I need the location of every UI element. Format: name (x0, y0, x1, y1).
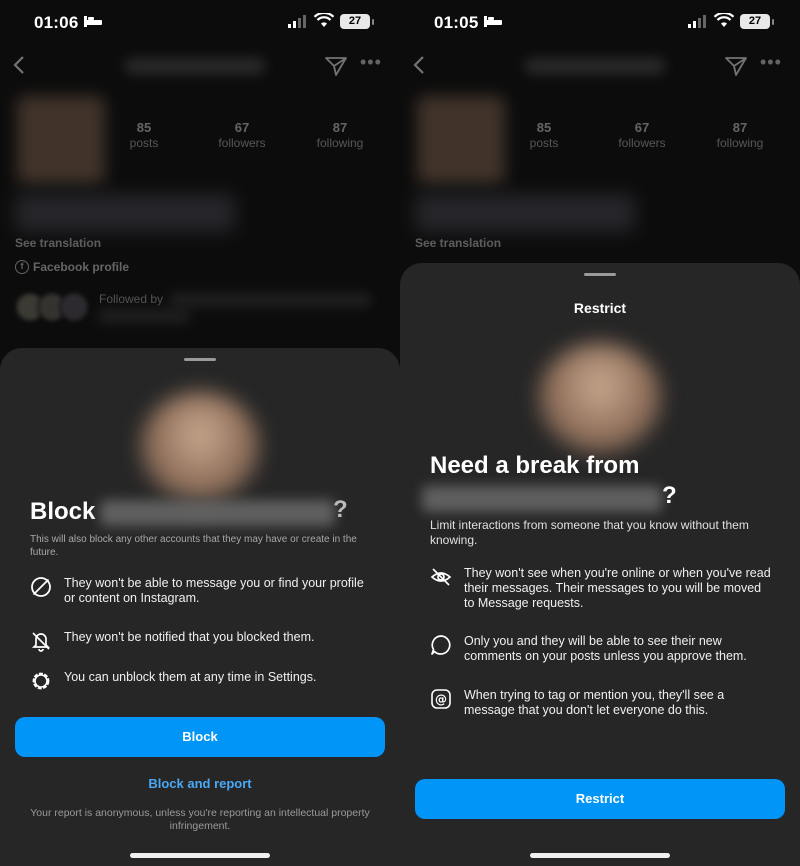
stat-following[interactable]: 87 following (300, 120, 380, 150)
home-indicator[interactable] (130, 853, 270, 858)
wifi-icon (714, 13, 734, 27)
sheet-handle[interactable] (184, 358, 216, 361)
mutual-followers-avatars (15, 292, 95, 322)
restrict-sheet: Restrict Need a break from ? Limit inter… (400, 263, 800, 866)
username-redacted (100, 500, 335, 526)
block-heading: Block (30, 498, 96, 525)
block-sheet: Block ? This will also block any other a… (0, 348, 400, 866)
block-and-report-link[interactable]: Block and report (0, 776, 400, 791)
restrict-button[interactable]: Restrict (415, 779, 785, 819)
username-redacted (125, 58, 265, 74)
gear-icon (32, 672, 50, 690)
status-bar: 01:05 27 (400, 0, 800, 44)
followed-by-label: Followed by (99, 292, 164, 306)
profile-avatar (417, 96, 505, 184)
user-avatar (538, 343, 662, 453)
sheet-title: Restrict (573, 300, 627, 316)
username-redacted (525, 58, 665, 74)
more-options-icon[interactable]: ••• (760, 52, 782, 73)
status-time: 01:06 (34, 13, 79, 32)
restrict-info-item: They won't see when you're online or whe… (430, 566, 775, 611)
restrict-info-item: @ When trying to tag or mention you, the… (430, 688, 775, 718)
sleep-mode-icon (484, 16, 502, 27)
heading-question-mark: ? (662, 482, 677, 509)
stat-followers[interactable]: 67 followers (602, 120, 682, 150)
status-bar: 01:06 27 (0, 0, 400, 44)
battery-indicator: 27 (340, 14, 374, 29)
bell-off-icon (31, 632, 51, 652)
eye-off-icon (430, 568, 452, 586)
see-translation-link[interactable]: See translation (415, 236, 501, 250)
stat-followers[interactable]: 67 followers (202, 120, 282, 150)
sleep-mode-icon (84, 16, 102, 27)
username-redacted (422, 486, 662, 512)
restrict-info-item: Only you and they will be able to see th… (430, 634, 775, 664)
bio-redacted (415, 194, 635, 232)
at-sign-icon: @ (431, 689, 451, 709)
block-note: This will also block any other accounts … (30, 534, 357, 558)
heading-question-mark: ? (333, 496, 348, 523)
send-icon[interactable] (725, 56, 747, 76)
sheet-handle[interactable] (584, 273, 616, 276)
bio-redacted (15, 194, 235, 232)
svg-text:@: @ (435, 693, 447, 707)
more-options-icon[interactable]: ••• (360, 52, 382, 73)
profile-avatar (17, 96, 105, 184)
back-arrow-icon[interactable] (412, 54, 426, 76)
restrict-subtitle: Limit interactions from someone that you… (430, 518, 749, 547)
stat-posts[interactable]: 85 posts (504, 120, 584, 150)
status-time: 01:05 (434, 13, 479, 32)
block-info-item: They won't be able to message you or fin… (30, 576, 370, 606)
followed-by-redacted (170, 294, 370, 306)
home-indicator[interactable] (530, 853, 670, 858)
stat-posts[interactable]: 85 posts (104, 120, 184, 150)
message-off-icon (31, 577, 51, 597)
block-screen: 01:06 27 ••• 85 posts 67 followers 87 follo… (0, 0, 400, 866)
block-info-item: You can unblock them at any time in Sett… (30, 670, 370, 692)
facebook-profile-link[interactable]: f Facebook profile (15, 260, 129, 274)
block-button[interactable]: Block (15, 717, 385, 757)
battery-indicator: 27 (740, 14, 774, 29)
comment-icon (431, 635, 451, 655)
back-arrow-icon[interactable] (12, 54, 26, 76)
signal-icon (688, 15, 706, 28)
facebook-icon: f (15, 260, 29, 274)
wifi-icon (314, 13, 334, 27)
restrict-screen: 01:05 27 ••• 85 posts 67 followers 87 follo… (400, 0, 800, 866)
restrict-heading: Need a break from (430, 452, 640, 479)
user-avatar (140, 392, 260, 502)
signal-icon (288, 15, 306, 28)
report-footnote: Your report is anonymous, unless you're … (30, 807, 370, 832)
block-info-item: They won't be notified that you blocked … (30, 630, 370, 652)
stat-following[interactable]: 87 following (700, 120, 780, 150)
send-icon[interactable] (325, 56, 347, 76)
see-translation-link[interactable]: See translation (15, 236, 101, 250)
